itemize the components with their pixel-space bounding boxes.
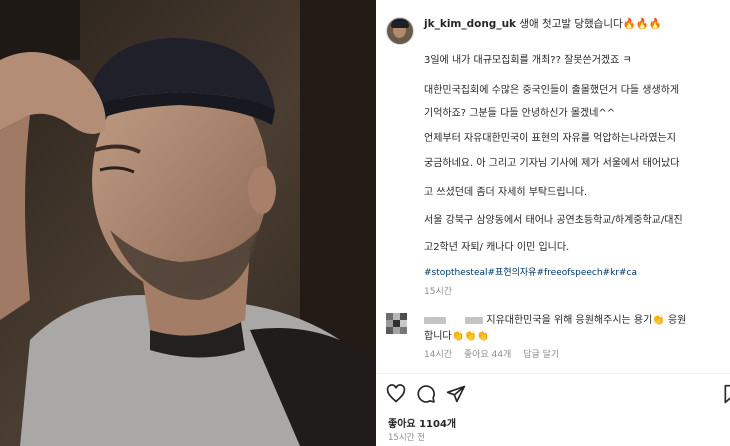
caption-line: 기억하죠? 그분들 다들 안녕하신가 몰겠네^^ <box>424 108 616 119</box>
comment-time: 14시간 <box>424 350 453 360</box>
heart-icon[interactable] <box>386 384 406 404</box>
divider <box>376 373 730 374</box>
share-icon[interactable] <box>446 384 466 404</box>
post-likes[interactable]: 좋아요 1104개 <box>388 415 456 430</box>
comment-meta: 14시간 좋아요 44개 답글 달기 <box>424 347 568 360</box>
action-bar <box>386 384 730 406</box>
comment: 지유대한민국을 위해 응원해주시는 용기👏 응원 합니다👏👏👏 <box>424 313 724 345</box>
commenter-avatar[interactable] <box>386 313 412 339</box>
hashtags[interactable]: #stopthesteal#표현의자유#freeofspeech#kr#ca <box>424 265 637 278</box>
comment-icon[interactable] <box>416 384 436 404</box>
username-link[interactable]: jk_kim_dong_uk <box>424 18 516 30</box>
reply-button[interactable]: 답글 달기 <box>523 350 559 360</box>
post-photo <box>0 0 376 446</box>
redacted-username <box>465 316 484 324</box>
comment-likes[interactable]: 좋아요 44개 <box>464 350 511 360</box>
caption-line: 대한민국집회에 수많은 중국인들이 출몰했던거 다들 생생하게 <box>424 85 680 96</box>
comment-text-2: 합니다👏👏👏 <box>424 331 489 342</box>
caption-first-text: 생애 첫고발 당했습니다🔥🔥🔥 <box>519 18 662 30</box>
caption-header: jk_kim_dong_uk 생애 첫고발 당했습니다🔥🔥🔥 <box>386 17 662 47</box>
caption-first-line: jk_kim_dong_uk 생애 첫고발 당했습니다🔥🔥🔥 <box>424 17 662 31</box>
caption-line: 언제부터 자유대한민국이 표현의 자유를 억압하는나라였는지 <box>424 133 676 144</box>
bookmark-icon[interactable] <box>722 384 730 404</box>
post-timestamp: 15시간 <box>424 287 453 297</box>
caption-line: 3일에 내가 대규모집회를 개최?? 잘못쓴거겠죠 ㅋ <box>424 55 632 66</box>
caption-line: 고2학년 자퇴/ 캐나다 이민 입니다. <box>424 242 570 253</box>
caption-line: 서울 강북구 삼양동에서 태어나 공연초등학교/하계중학교/대진 <box>424 215 683 226</box>
avatar[interactable] <box>386 17 414 45</box>
redacted-username <box>424 316 446 324</box>
post-panel: jk_kim_dong_uk 생애 첫고발 당했습니다🔥🔥🔥 3일에 내가 대규… <box>376 0 730 446</box>
caption-line: 고 쓰셨던데 좀더 자세히 부탁드립니다. <box>424 187 588 198</box>
comment-text: 지유대한민국을 위해 응원해주시는 용기👏 응원 <box>486 315 687 326</box>
caption-line: 궁금하네요. 아 그리고 기자님 기사에 제가 서울에서 태어났다 <box>424 158 680 169</box>
post-time-ago: 15시간 전 <box>388 433 425 443</box>
